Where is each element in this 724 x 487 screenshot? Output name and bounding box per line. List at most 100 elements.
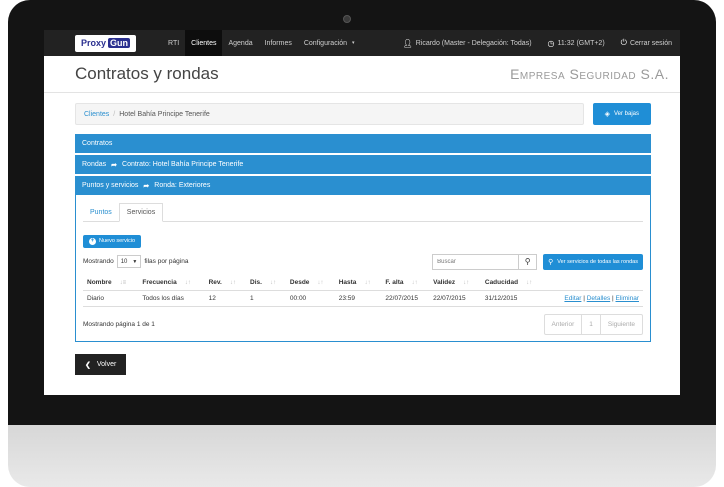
- caret-down-icon: ▾: [352, 40, 355, 46]
- cell-frecuencia: Todos los días: [138, 290, 205, 307]
- sort-icon: ↓↑: [229, 279, 236, 286]
- logout-label: Cerrar sesión: [629, 39, 672, 47]
- sort-icon: ↓↑: [411, 279, 418, 286]
- cell-nombre: Diario: [83, 290, 139, 307]
- puntos-panel-header[interactable]: Puntos y servicios ➦ Ronda: Exteriores: [75, 176, 651, 195]
- cell-caducidad: 31/12/2015: [480, 290, 546, 307]
- table-header-row: Nombre ↓≡ Frecuencia ↓↑ Rev. ↓↑ Dis. ↓↑ Desd…: [83, 274, 643, 291]
- col-rev-label: Rev.: [208, 278, 222, 286]
- col-actions: [545, 274, 643, 291]
- nuevo-servicio-button[interactable]: + Nuevo servicio: [83, 234, 142, 248]
- app-screen: Proxy Gun RTI Clientes Agenda Informes C…: [44, 30, 680, 395]
- search-icon: ⚲: [548, 258, 554, 266]
- time-label: 11:32 (GMT+2): [557, 39, 605, 47]
- navbar-right: 👤︎ Ricardo (Master - Delegación: Todas) …: [395, 30, 680, 56]
- nav-item-agenda[interactable]: Agenda: [222, 30, 258, 56]
- mostrando-label: Mostrando: [83, 258, 114, 265]
- cell-validez: 22/07/2015: [429, 290, 481, 307]
- col-caducidad-label: Caducidad: [484, 278, 519, 286]
- puntos-detail: Ronda: Exteriores: [154, 182, 211, 189]
- ver-bajas-label: Ver bajas: [613, 111, 639, 117]
- sort-icon: ↓↑: [364, 279, 371, 286]
- eliminar-link[interactable]: Eliminar: [616, 295, 639, 302]
- brand-logo[interactable]: Proxy Gun: [75, 34, 137, 52]
- logout-link[interactable]: ⏻ Cerrar sesión: [613, 30, 680, 56]
- user-icon: 👤︎: [402, 38, 413, 48]
- puntos-label: Puntos y servicios: [82, 182, 139, 189]
- col-falta[interactable]: F. alta ↓↑: [381, 274, 430, 291]
- sort-icon: ↓↑: [317, 279, 324, 286]
- col-desde-label: Desde: [289, 278, 310, 286]
- nav-item-rti[interactable]: RTI: [162, 30, 185, 56]
- col-falta-label: F. alta: [385, 278, 404, 286]
- sort-asc-icon: ↓≡: [119, 279, 127, 286]
- tab-servicios[interactable]: Servicios: [118, 203, 164, 222]
- next-page-button[interactable]: Siguiente: [599, 315, 642, 334]
- nav-item-configuracion[interactable]: Configuración ▾: [298, 30, 361, 56]
- col-frecuencia[interactable]: Frecuencia ↓↑: [138, 274, 205, 291]
- sort-icon: ↓↑: [526, 279, 533, 286]
- sort-icon: ↓↑: [184, 279, 191, 286]
- ver-todas-rondas-button[interactable]: ⚲ Ver servicios de todas las rondas: [543, 253, 643, 270]
- col-desde[interactable]: Desde ↓↑: [285, 274, 335, 291]
- col-nombre[interactable]: Nombre ↓≡: [83, 274, 139, 291]
- user-menu[interactable]: 👤︎ Ricardo (Master - Delegación: Todas): [395, 30, 540, 56]
- camera-dot: [343, 15, 351, 23]
- col-caducidad[interactable]: Caducidad ↓↑: [480, 274, 546, 291]
- breadcrumb-row: Clientes / Hotel Bahía Principe Tenerife…: [75, 103, 651, 125]
- user-label: Ricardo (Master - Delegación: Todas): [415, 39, 532, 47]
- pagination: Anterior 1 Siguiente: [543, 314, 643, 335]
- prev-page-button[interactable]: Anterior: [545, 315, 582, 334]
- tab-bar: Puntos Servicios: [83, 203, 643, 222]
- rows-per-page-select[interactable]: 10 ▼: [116, 255, 142, 268]
- rows-per-page-value: 10: [120, 258, 128, 265]
- nuevo-servicio-label: Nuevo servicio: [99, 238, 136, 244]
- col-validez[interactable]: Validez ↓↑: [429, 274, 481, 291]
- search-input[interactable]: [432, 253, 520, 270]
- breadcrumb-separator: /: [113, 110, 116, 118]
- col-rev[interactable]: Rev. ↓↑: [204, 274, 247, 291]
- contratos-label: Contratos: [82, 140, 113, 147]
- cell-falta: 22/07/2015: [381, 290, 430, 307]
- monitor-chin: [8, 425, 716, 487]
- table-controls: Mostrando 10 ▼ filas por página ⚲ ⚲ Ver …: [83, 253, 643, 270]
- search-group: ⚲ ⚲ Ver servicios de todas las rondas: [432, 253, 643, 270]
- cell-hasta: 23:59: [334, 290, 382, 307]
- ver-bajas-button[interactable]: ◈ Ver bajas: [592, 103, 651, 125]
- nav-item-configuracion-label: Configuración: [303, 39, 348, 47]
- cell-rev: 12: [204, 290, 247, 307]
- cell-dis: 1: [246, 290, 286, 307]
- col-nombre-label: Nombre: [87, 278, 112, 286]
- power-icon: ⏻: [620, 38, 627, 47]
- cell-desde: 00:00: [285, 290, 335, 307]
- nav-item-informes[interactable]: Informes: [259, 30, 298, 56]
- contratos-panel-header[interactable]: Contratos: [75, 134, 651, 153]
- top-navbar: Proxy Gun RTI Clientes Agenda Informes C…: [44, 30, 680, 56]
- page-1-button[interactable]: 1: [581, 315, 600, 334]
- share-arrow-icon: ➦: [111, 161, 118, 169]
- eye-slash-icon: ◈: [604, 111, 610, 118]
- nav-item-clientes[interactable]: Clientes: [185, 30, 223, 56]
- servicios-panel-body: Puntos Servicios + Nuevo servicio Mostra…: [75, 195, 651, 342]
- cell-actions: Editar | Detalles | Eliminar: [545, 290, 643, 307]
- detalles-link[interactable]: Detalles: [587, 295, 610, 302]
- search-icon[interactable]: ⚲: [519, 253, 538, 270]
- col-hasta-label: Hasta: [338, 278, 357, 286]
- volver-label: Volver: [96, 361, 117, 368]
- tab-puntos[interactable]: Puntos: [83, 203, 119, 221]
- breadcrumb-clientes-link[interactable]: Clientes: [84, 111, 109, 118]
- rondas-panel-header[interactable]: Rondas ➦ Contrato: Hotel Bahía Principe …: [75, 155, 651, 174]
- filas-label: filas por página: [144, 258, 189, 265]
- table-footer: Mostrando página 1 de 1 Anterior 1 Sigui…: [83, 314, 643, 335]
- col-hasta[interactable]: Hasta ↓↑: [334, 274, 382, 291]
- editar-link[interactable]: Editar: [564, 295, 581, 302]
- breadcrumb-current: Hotel Bahía Principe Tenerife: [119, 110, 210, 118]
- volver-button[interactable]: ❮ Volver: [75, 354, 127, 375]
- col-dis-label: Dis.: [250, 278, 262, 286]
- caret-down-icon: ▼: [132, 258, 138, 265]
- table-row: Diario Todos los días 12 1 00:00 23:59 2…: [83, 290, 643, 307]
- col-dis[interactable]: Dis. ↓↑: [246, 274, 286, 291]
- rondas-label: Rondas: [82, 161, 107, 168]
- sort-icon: ↓↑: [269, 279, 276, 286]
- page-title: Contratos y rondas: [75, 64, 219, 83]
